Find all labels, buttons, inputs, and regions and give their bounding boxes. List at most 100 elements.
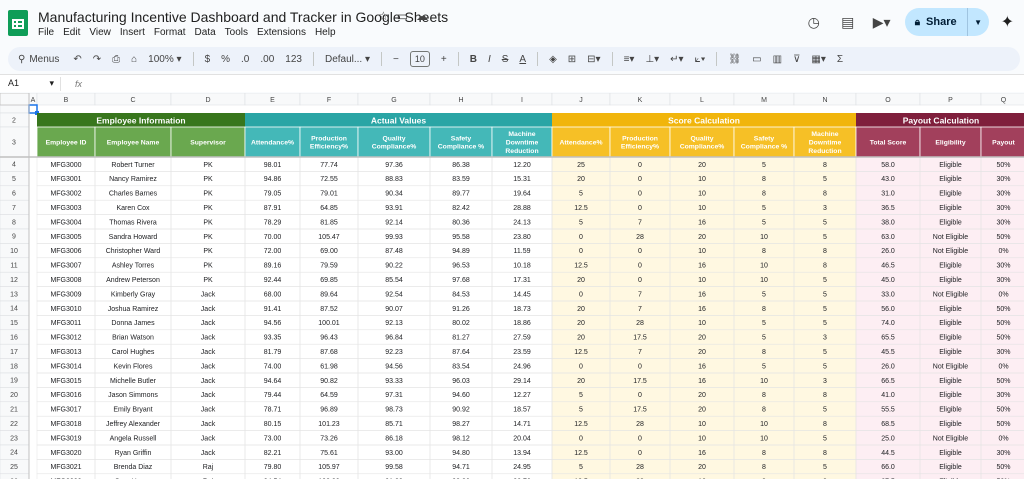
cell-value: 94.80 — [452, 450, 470, 457]
table-header-label: Compliance% — [680, 144, 725, 151]
row-number: 2 — [12, 118, 16, 125]
name-box[interactable]: A1 ▾ — [0, 78, 60, 89]
select-all-corner[interactable] — [0, 93, 30, 106]
row-number: 18 — [10, 363, 18, 370]
increase-decimal-button[interactable]: .00 — [260, 54, 274, 65]
comment-icon[interactable]: ▤ — [837, 11, 859, 33]
cell-value: MFG3010 — [50, 306, 81, 313]
cell-value: Sandra Howard — [109, 234, 158, 241]
undo-icon[interactable]: ↶ — [73, 54, 81, 65]
cell-value: 74.00 — [264, 363, 282, 370]
zoom-select[interactable]: 100% ▾ — [148, 54, 181, 65]
column-letter: D — [205, 97, 210, 104]
search-menus[interactable]: ⚲ Menus — [18, 54, 59, 65]
star-icon[interactable]: ☆ — [378, 9, 389, 23]
cell-value: 86.18 — [385, 435, 403, 442]
cloud-status-icon[interactable]: ☁ — [416, 9, 428, 23]
paint-format-icon[interactable]: ⌂ — [131, 54, 137, 65]
cell-value: 64.59 — [320, 392, 338, 399]
text-rotation-icon[interactable]: ⟀▾ — [695, 54, 706, 65]
sheets-logo-icon[interactable] — [8, 10, 28, 36]
cell-value: 5 — [823, 464, 827, 471]
cell-value: 30% — [996, 191, 1010, 198]
font-size-increase-icon[interactable]: + — [441, 54, 447, 65]
menu-help[interactable]: Help — [315, 27, 336, 38]
fill-color-icon[interactable]: ◈ — [549, 54, 557, 65]
cell-value: 92.44 — [264, 277, 282, 284]
menu-edit[interactable]: Edit — [63, 27, 80, 38]
number-format-button[interactable]: 123 — [285, 54, 302, 65]
bold-icon[interactable]: B — [470, 54, 477, 65]
filter-views-icon[interactable]: ▦▾ — [811, 54, 825, 65]
vertical-align-icon[interactable]: ⊥▾ — [645, 54, 659, 65]
cell-value: 20 — [698, 335, 706, 342]
row-number: 9 — [12, 234, 16, 241]
cell-value: 87.48 — [385, 248, 403, 255]
font-size-decrease-icon[interactable]: − — [393, 54, 399, 65]
share-dropdown-icon[interactable]: ▼ — [966, 8, 989, 36]
menu-file[interactable]: File — [38, 27, 54, 38]
text-color-icon[interactable]: A — [519, 54, 526, 65]
menu-tools[interactable]: Tools — [225, 27, 248, 38]
decrease-decimal-button[interactable]: .0 — [241, 54, 249, 65]
cell-value: Not Eligible — [933, 291, 969, 298]
table-header-label: Quality — [382, 135, 405, 142]
cell-value: 0% — [998, 291, 1008, 298]
percent-format-button[interactable]: % — [221, 54, 230, 65]
row-header-1[interactable] — [0, 104, 30, 114]
cell-value: Eligible — [939, 263, 962, 270]
column-letter: I — [521, 97, 523, 104]
group-header-label: Payout Calculation — [903, 116, 980, 126]
cell-value: 5 — [823, 306, 827, 313]
share-button[interactable]: 🔒︎ Share ▼ — [904, 8, 989, 36]
grid-canvas[interactable]: A B C D E F G H I J K L M N O P Q23456789101112131415161… — [0, 93, 1024, 479]
cell-value: 20 — [698, 407, 706, 414]
strikethrough-icon[interactable]: S — [502, 54, 509, 65]
row-number: 22 — [10, 421, 18, 428]
font-select[interactable]: Defaul... ▾ — [325, 54, 370, 65]
print-icon[interactable]: ⎙ — [112, 54, 120, 65]
table-header-label: Reduction — [505, 148, 538, 155]
merge-cells-icon[interactable]: ⊟▾ — [587, 54, 600, 65]
column-letter: J — [579, 97, 583, 104]
cell-value: 5 — [762, 162, 766, 169]
cell-value: 55.5 — [881, 407, 895, 414]
history-icon[interactable]: ◷ — [803, 11, 825, 33]
menu-data[interactable]: Data — [195, 27, 216, 38]
cell-value: 5 — [823, 219, 827, 226]
functions-icon[interactable]: Σ — [837, 54, 843, 65]
currency-format-button[interactable]: $ — [205, 54, 211, 65]
cell-value: MFG3003 — [50, 205, 81, 212]
cell-value: 10 — [698, 205, 706, 212]
horizontal-align-icon[interactable]: ≡▾ — [624, 54, 635, 65]
redo-icon[interactable]: ↷ — [93, 54, 101, 65]
meet-icon[interactable]: ▶▾ — [871, 11, 893, 33]
borders-icon[interactable]: ⊞ — [568, 54, 576, 65]
insert-chart-icon[interactable]: ▥ — [773, 54, 782, 65]
cell-value: 50% — [996, 407, 1010, 414]
gemini-icon[interactable]: ✦ — [1001, 12, 1014, 32]
cell-value: 17.5 — [633, 335, 647, 342]
cell-value: Not Eligible — [933, 363, 969, 370]
text-wrap-icon[interactable]: ↵▾ — [670, 54, 683, 65]
cell-value: 12.20 — [513, 162, 531, 169]
font-size-input[interactable]: 10 — [409, 51, 430, 67]
cell-value: 7 — [638, 291, 642, 298]
cell-value: 0 — [638, 191, 642, 198]
insert-comment-icon[interactable]: ▭ — [752, 54, 761, 65]
italic-icon[interactable]: I — [488, 54, 491, 65]
menu-extensions[interactable]: Extensions — [257, 27, 306, 38]
move-folder-icon[interactable]: ▭ — [397, 9, 408, 23]
cell-value: 73.00 — [264, 435, 282, 442]
spreadsheet-grid[interactable]: A B C D E F G H I J K L M N O P Q 2 3 4 5 6 7 8 9 10 11 12 13 14 15 16 1… — [0, 93, 1024, 479]
insert-link-icon[interactable]: ⛓ — [728, 54, 741, 65]
cell-value: 20 — [577, 277, 585, 284]
menu-format[interactable]: Format — [154, 27, 186, 38]
cell-value: 20 — [577, 378, 585, 385]
menu-view[interactable]: View — [89, 27, 111, 38]
table-header-label: Employee ID — [46, 140, 87, 147]
cell-value: 5 — [823, 176, 827, 183]
cell-value: Andrew Peterson — [106, 277, 160, 284]
menu-insert[interactable]: Insert — [120, 27, 145, 38]
filter-icon[interactable]: ⊽ — [793, 54, 800, 65]
